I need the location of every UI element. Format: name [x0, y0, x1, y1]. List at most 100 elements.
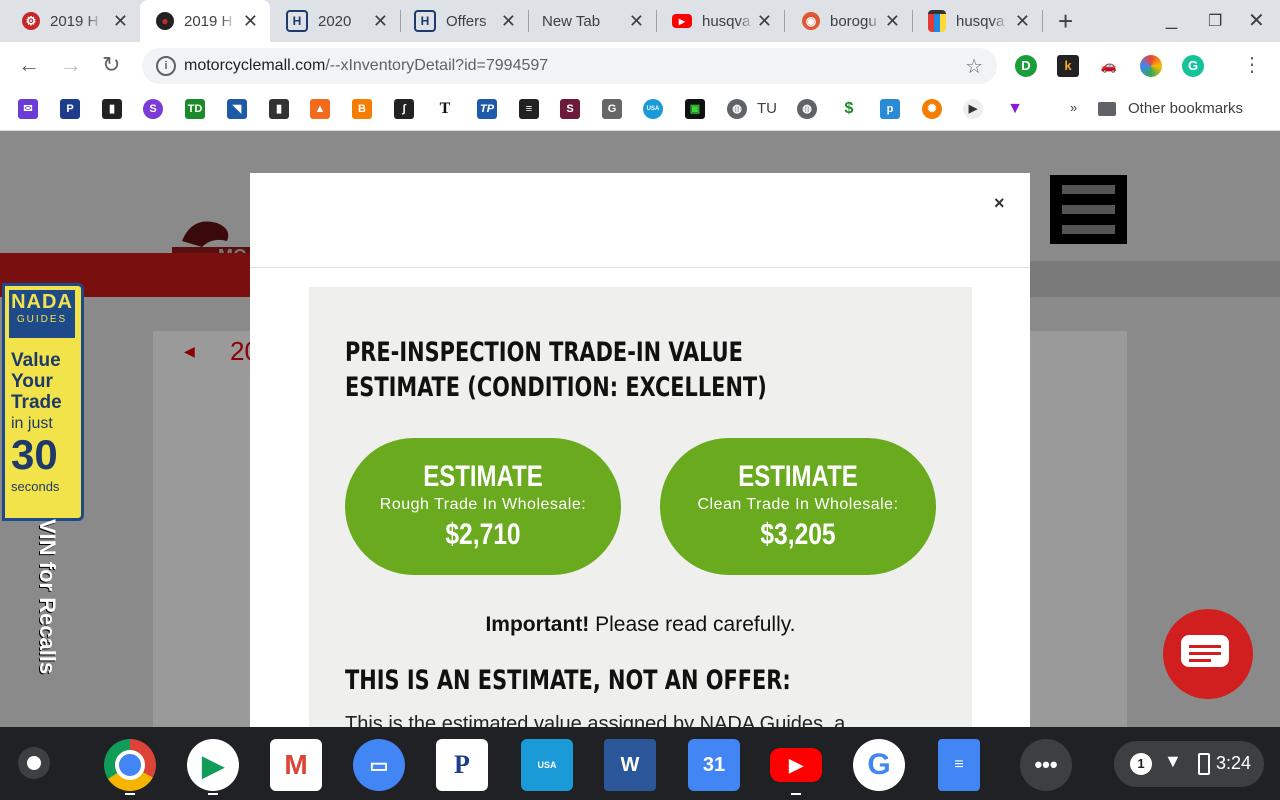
close-tab-icon[interactable]: ✕ [885, 11, 900, 32]
modal-title: PRE-INSPECTION TRADE-IN VALUE ESTIMATE (… [345, 337, 767, 403]
close-tab-icon[interactable]: ✕ [629, 11, 644, 32]
sg-bookmark-icon[interactable]: ∫ [394, 99, 414, 119]
tab-1[interactable]: ⚙ 2019 H ✕ [0, 0, 140, 42]
tab-4[interactable]: H Offers ✕ [400, 0, 528, 42]
husqvarna-icon: H [286, 10, 308, 32]
play-bookmark-icon[interactable]: ▶ [963, 99, 983, 119]
tu-bookmark[interactable]: TU [757, 100, 777, 117]
google-icon[interactable]: G [853, 739, 905, 791]
other-bookmarks[interactable]: Other bookmarks [1128, 100, 1243, 117]
address-bar[interactable]: i motorcyclemall.com/--xInventoryDetail?… [142, 48, 997, 84]
usa-today-icon[interactable]: USA [521, 739, 573, 791]
tp-bookmark-icon[interactable]: TP [477, 99, 497, 119]
globe-bookmark-icon[interactable]: ◍ [727, 99, 747, 119]
minimize-icon[interactable]: _ [1166, 8, 1177, 31]
bookmark-star-icon[interactable]: ☆ [965, 54, 983, 79]
usa-today-bookmark-icon[interactable]: USA [643, 99, 663, 119]
reload-icon[interactable]: ↻ [102, 52, 120, 78]
back-icon[interactable]: ← [18, 52, 40, 78]
rider-icon: ● [156, 12, 174, 30]
notification-count[interactable]: 1 [1130, 753, 1152, 775]
calendar-icon[interactable]: 31 [688, 739, 740, 791]
strava-bookmark-icon[interactable]: ▲ [310, 99, 330, 119]
chat-bubble-icon [1181, 635, 1229, 667]
menu-hamburger-icon[interactable] [1050, 175, 1127, 244]
husqvarna-icon: H [414, 10, 436, 32]
tab-5[interactable]: New Tab ✕ [528, 0, 656, 42]
p2-bookmark-icon[interactable]: p [880, 99, 900, 119]
tab-3[interactable]: H 2020 ✕ [270, 0, 400, 42]
chrome-icon[interactable] [104, 739, 156, 791]
disclaimer-heading: THIS IS AN ESTIMATE, NOT AN OFFER: [345, 665, 791, 696]
clock: 3:24 [1216, 753, 1252, 773]
new-tab-button[interactable]: + [1058, 6, 1073, 37]
grammarly-icon[interactable]: G [1182, 55, 1204, 77]
play-store-icon[interactable]: ▶ [187, 739, 239, 791]
prev-arrow-icon[interactable]: ◀ [184, 343, 195, 360]
td-bookmark-icon[interactable]: TD [185, 99, 205, 119]
green-bookmark-icon[interactable]: ▣ [685, 99, 705, 119]
extension-car-icon[interactable]: 🚗 [1098, 55, 1120, 77]
modal-divider [250, 267, 1030, 268]
youtube-app-icon[interactable]: ▶ [770, 748, 822, 782]
stripes-bookmark-icon[interactable]: ≡ [519, 99, 539, 119]
close-tab-icon[interactable]: ✕ [373, 11, 388, 32]
nada-promo-text: Value Your Trade in just 30 seconds [11, 350, 62, 494]
word-icon[interactable]: W [604, 739, 656, 791]
extension-color-icon[interactable] [1140, 55, 1162, 77]
s2-bookmark-icon[interactable]: S [560, 99, 580, 119]
globe2-bookmark-icon[interactable]: ◍ [797, 99, 817, 119]
tab-6[interactable]: ▶ husqva ✕ [656, 0, 784, 42]
bookmarks-bar: ✉ P ▮ S TD ◥ ▮ ▲ B ∫ T TP ≡ S G USA ▣ ◍ … [0, 90, 1280, 131]
close-tab-icon[interactable]: ✕ [1015, 11, 1030, 32]
status-tray[interactable]: 1 ▼ 3:24 [1114, 741, 1264, 787]
door-bookmark-icon[interactable]: ▮ [102, 99, 122, 119]
clean-estimate-card: ESTIMATE Clean Trade In Wholesale: $3,20… [660, 438, 936, 575]
s3-bookmark-icon[interactable]: $ [839, 99, 859, 119]
door2-bookmark-icon[interactable]: ▮ [269, 99, 289, 119]
nyt-bookmark-icon[interactable]: T [435, 99, 455, 119]
duckduckgo-icon: ◉ [802, 12, 820, 30]
os-shelf: ▶ M ▭ P USA W 31 ▶ G ≡ ••• 1 ▼ 3:24 [0, 727, 1280, 800]
pandora-icon[interactable]: P [436, 739, 488, 791]
g-bookmark-icon[interactable]: G [602, 99, 622, 119]
files-icon[interactable]: ▭ [353, 739, 405, 791]
menu-dots-icon[interactable]: ⋮ [1242, 52, 1262, 77]
nada-logo: NADA GUIDES [9, 290, 75, 338]
trade-in-modal: × PRE-INSPECTION TRADE-IN VALUE ESTIMATE… [250, 173, 1030, 747]
v-bookmark-icon[interactable]: ▼ [1005, 99, 1025, 119]
tab-8[interactable]: husqva ✕ [912, 0, 1042, 42]
site-info-icon[interactable]: i [156, 56, 176, 76]
close-tab-icon[interactable]: ✕ [501, 11, 516, 32]
close-icon[interactable]: × [994, 193, 1005, 214]
vin-recalls-label[interactable]: VIN for Recalls [30, 519, 60, 689]
extension-k-icon[interactable]: k [1057, 55, 1079, 77]
browser-toolbar: ← → ↻ i motorcyclemall.com/--xInventoryD… [0, 42, 1280, 90]
blogger-bookmark-icon[interactable]: B [352, 99, 372, 119]
url-text[interactable]: motorcyclemall.com/--xInventoryDetail?id… [184, 57, 548, 75]
nada-widget[interactable]: NADA GUIDES Value Your Trade in just 30 … [0, 283, 94, 701]
close-window-icon[interactable]: ✕ [1248, 8, 1265, 33]
close-tab-icon[interactable]: ✕ [113, 11, 128, 32]
forward-icon[interactable]: → [60, 52, 82, 78]
restore-icon[interactable]: ❐ [1208, 11, 1222, 31]
gmail-icon[interactable]: M [270, 739, 322, 791]
close-tab-icon[interactable]: ✕ [243, 11, 258, 32]
tab-separator [1042, 10, 1043, 32]
rss-bookmark-icon[interactable]: ◥ [227, 99, 247, 119]
tab-7[interactable]: ◉ borogu ✕ [784, 0, 912, 42]
sun-bookmark-icon[interactable]: ✺ [922, 99, 942, 119]
close-tab-icon[interactable]: ✕ [757, 11, 772, 32]
more-apps-icon[interactable]: ••• [1020, 739, 1072, 791]
p-bookmark-icon[interactable]: P [60, 99, 80, 119]
docs-icon[interactable]: ≡ [938, 739, 980, 791]
launcher-icon[interactable] [18, 747, 50, 779]
more-bookmarks-icon[interactable]: » [1070, 100, 1077, 115]
battery-icon [1198, 753, 1210, 775]
tab-2[interactable]: ● 2019 H ✕ [140, 0, 270, 42]
chat-button[interactable] [1163, 609, 1253, 699]
extension-d-icon[interactable]: D [1015, 55, 1037, 77]
mail-bookmark-icon[interactable]: ✉ [18, 99, 38, 119]
important-note: Important! Please read carefully. [485, 613, 796, 636]
s-bookmark-icon[interactable]: S [143, 99, 163, 119]
